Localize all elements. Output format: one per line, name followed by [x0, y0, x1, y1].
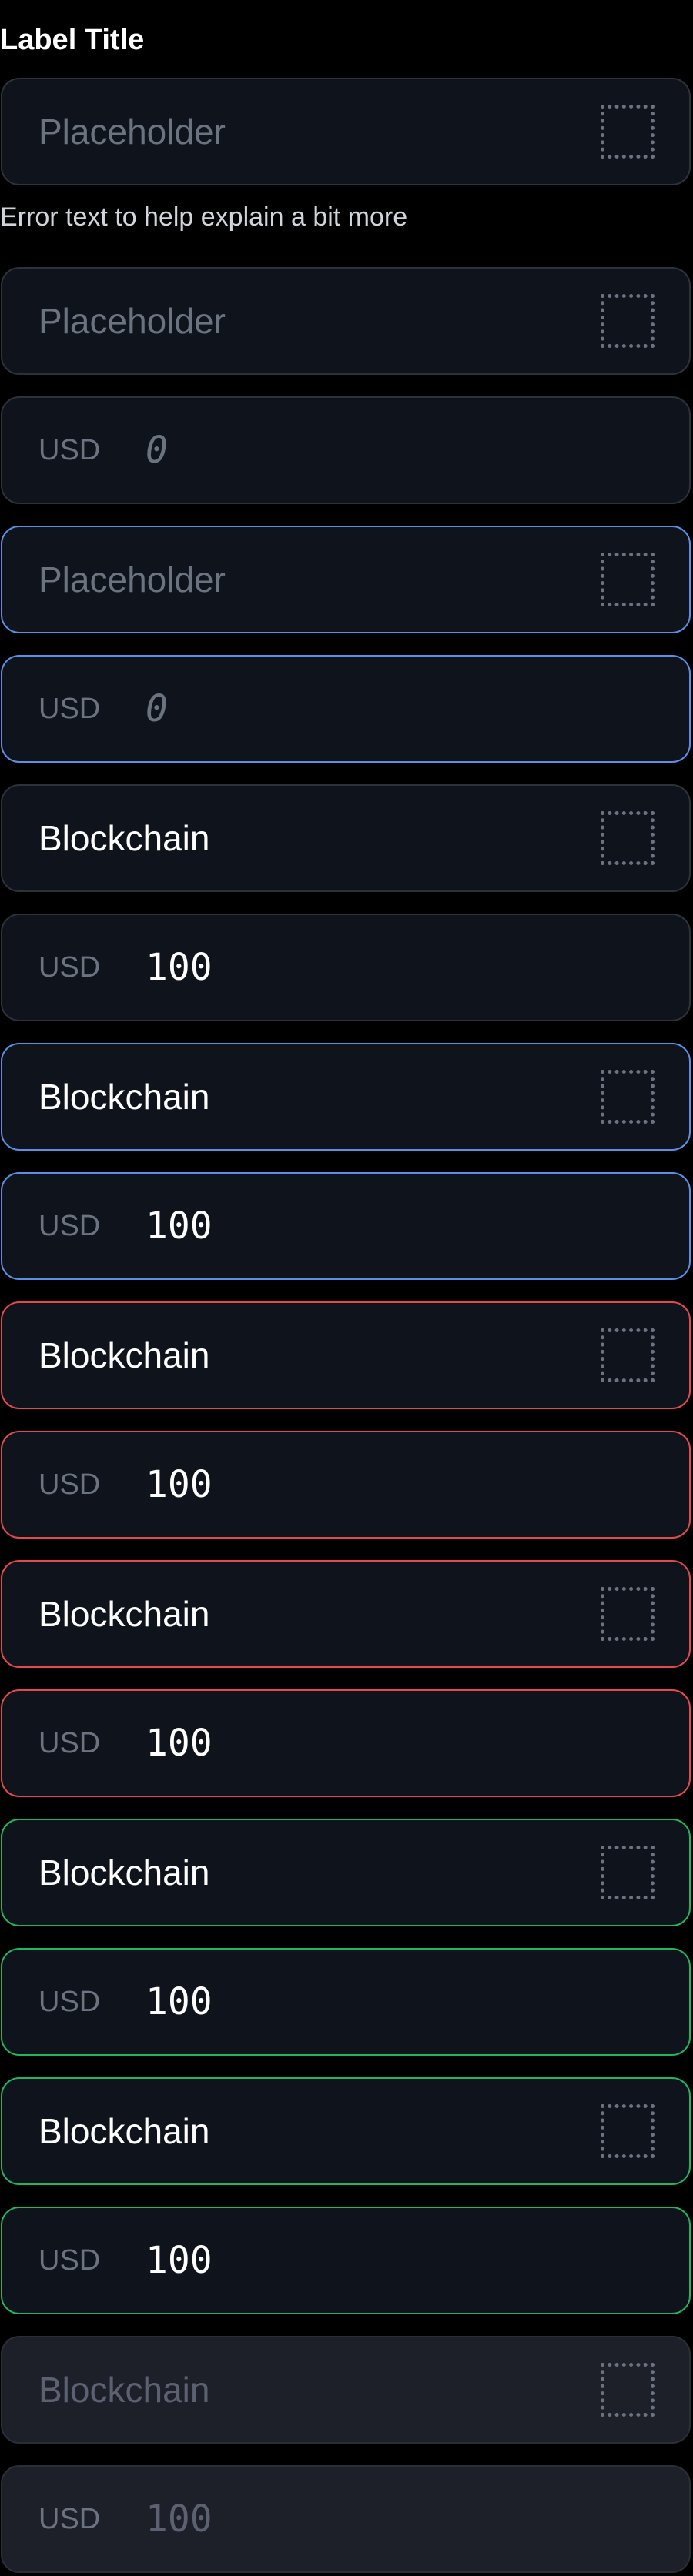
input-value: Blockchain [38, 1077, 210, 1117]
amount-value: 100 [146, 1980, 213, 2023]
currency-prefix: USD [38, 951, 101, 984]
currency-prefix: USD [38, 2502, 101, 2535]
input-placeholder: Placeholder [38, 560, 226, 600]
currency-input-success[interactable]: USD 100 [1, 1948, 691, 2056]
currency-prefix: USD [38, 1985, 101, 2018]
currency-prefix: USD [38, 2244, 101, 2277]
currency-input-error[interactable]: USD 100 [1, 1431, 691, 1539]
amount-placeholder: 0 [146, 429, 168, 472]
text-input-default[interactable]: Placeholder [1, 267, 691, 375]
dotted-square-icon [601, 294, 654, 348]
dotted-square-icon [601, 1070, 654, 1124]
dotted-square-icon [601, 2104, 654, 2158]
input-value: Blockchain [38, 818, 210, 858]
dotted-square-icon [601, 553, 654, 606]
currency-prefix: USD [38, 1468, 101, 1501]
currency-prefix: USD [38, 692, 101, 725]
currency-prefix: USD [38, 433, 101, 466]
currency-prefix: USD [38, 1209, 101, 1242]
amount-value: 100 [146, 1722, 213, 1765]
text-input-default[interactable]: Placeholder [1, 78, 691, 185]
text-input-error[interactable]: Blockchain [1, 1301, 691, 1409]
helper-text: Error text to help explain a bit more [0, 202, 408, 232]
dotted-square-icon [601, 2363, 654, 2417]
currency-input-success[interactable]: USD 100 [1, 2207, 691, 2314]
dotted-square-icon [601, 105, 654, 159]
input-value: Blockchain [38, 2370, 210, 2410]
amount-value: 100 [146, 2239, 213, 2282]
text-input-focus[interactable]: Placeholder [1, 526, 691, 633]
input-value: Blockchain [38, 1335, 210, 1375]
input-value: Blockchain [38, 1853, 210, 1893]
text-input-success[interactable]: Blockchain [1, 1819, 691, 1926]
amount-value: 100 [146, 1463, 213, 1506]
currency-input-error[interactable]: USD 100 [1, 1689, 691, 1797]
dotted-square-icon [601, 811, 654, 865]
input-placeholder: Placeholder [38, 301, 226, 341]
currency-input-focus[interactable]: USD 0 [1, 655, 691, 763]
amount-value: 100 [146, 946, 213, 989]
input-value: Blockchain [38, 2111, 210, 2151]
currency-prefix: USD [38, 1726, 101, 1759]
amount-value: 100 [146, 1204, 213, 1248]
dotted-square-icon [601, 1846, 654, 1899]
input-placeholder: Placeholder [38, 112, 226, 152]
text-input-disabled: Blockchain [1, 2336, 691, 2444]
input-value: Blockchain [38, 1594, 210, 1634]
text-input-filled[interactable]: Blockchain [1, 784, 691, 892]
text-input-success[interactable]: Blockchain [1, 2077, 691, 2185]
dotted-square-icon [601, 1328, 654, 1382]
amount-value: 100 [146, 2497, 213, 2541]
currency-input-focus-filled[interactable]: USD 100 [1, 1172, 691, 1280]
amount-placeholder: 0 [146, 687, 168, 730]
currency-input-filled[interactable]: USD 100 [1, 914, 691, 1021]
currency-input-disabled: USD 100 [1, 2465, 691, 2573]
text-input-error[interactable]: Blockchain [1, 1560, 691, 1668]
text-input-focus-filled[interactable]: Blockchain [1, 1043, 691, 1151]
label-title: Label Title [0, 24, 145, 56]
dotted-square-icon [601, 1587, 654, 1641]
currency-input-default[interactable]: USD 0 [1, 396, 691, 504]
